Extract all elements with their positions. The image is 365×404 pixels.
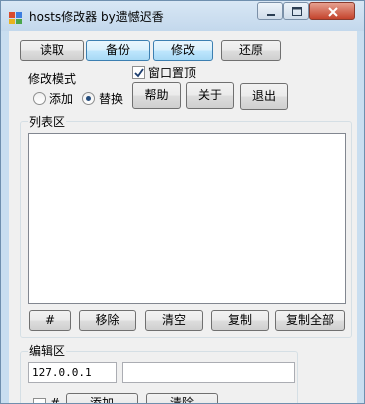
title-bar[interactable]: hosts修改器 by遗憾迟香 — [1, 1, 364, 31]
list-group-title: 列表区 — [28, 113, 67, 130]
copy-all-button[interactable]: 复制全部 — [275, 310, 345, 331]
hash-checkbox-label: # — [50, 396, 61, 404]
mode-group-title: 修改模式 — [28, 72, 77, 86]
mode-add-label: 添加 — [49, 92, 74, 106]
clear-list-button[interactable]: 清空 — [145, 310, 203, 331]
hosts-listbox[interactable] — [28, 133, 346, 304]
application-window: hosts修改器 by遗憾迟香 读取 备份 修改 还原 修改模式 添加 替换 窗… — [0, 0, 365, 404]
maximize-icon — [292, 7, 302, 16]
backup-button[interactable]: 备份 — [86, 40, 150, 61]
client-area: 读取 备份 修改 还原 修改模式 添加 替换 窗口置顶 帮助 关于 退出 列表区… — [9, 31, 357, 404]
minimize-button[interactable] — [257, 2, 283, 20]
maximize-button[interactable] — [283, 2, 309, 20]
app-icon — [9, 12, 22, 24]
help-button[interactable]: 帮助 — [132, 82, 181, 109]
hostname-input[interactable] — [122, 362, 295, 383]
read-button[interactable]: 读取 — [20, 40, 84, 61]
add-entry-button[interactable]: 添加 — [66, 393, 138, 403]
mode-replace-label: 替换 — [99, 92, 124, 106]
mode-add-radio[interactable] — [33, 92, 46, 105]
edit-group-title: 编辑区 — [28, 342, 67, 359]
clear-entry-button[interactable]: 清除 — [146, 393, 218, 403]
restore-button[interactable]: 还原 — [221, 40, 281, 61]
mode-replace-radio[interactable] — [82, 92, 95, 105]
modify-button[interactable]: 修改 — [153, 40, 213, 61]
about-button[interactable]: 关于 — [186, 82, 234, 109]
topmost-checkbox[interactable] — [132, 66, 145, 79]
ip-input[interactable]: 127.0.0.1 — [28, 362, 117, 383]
hash-checkbox[interactable] — [33, 398, 46, 403]
copy-button[interactable]: 复制 — [211, 310, 269, 331]
checkmark-icon — [134, 68, 144, 78]
close-icon — [328, 7, 338, 17]
minimize-icon — [267, 14, 275, 16]
remove-button[interactable]: 移除 — [79, 310, 136, 331]
topmost-label: 窗口置顶 — [148, 66, 197, 80]
hash-button[interactable]: # — [29, 310, 71, 331]
window-title: hosts修改器 by遗憾迟香 — [29, 10, 164, 24]
exit-button[interactable]: 退出 — [240, 83, 288, 110]
close-button[interactable] — [309, 2, 355, 20]
